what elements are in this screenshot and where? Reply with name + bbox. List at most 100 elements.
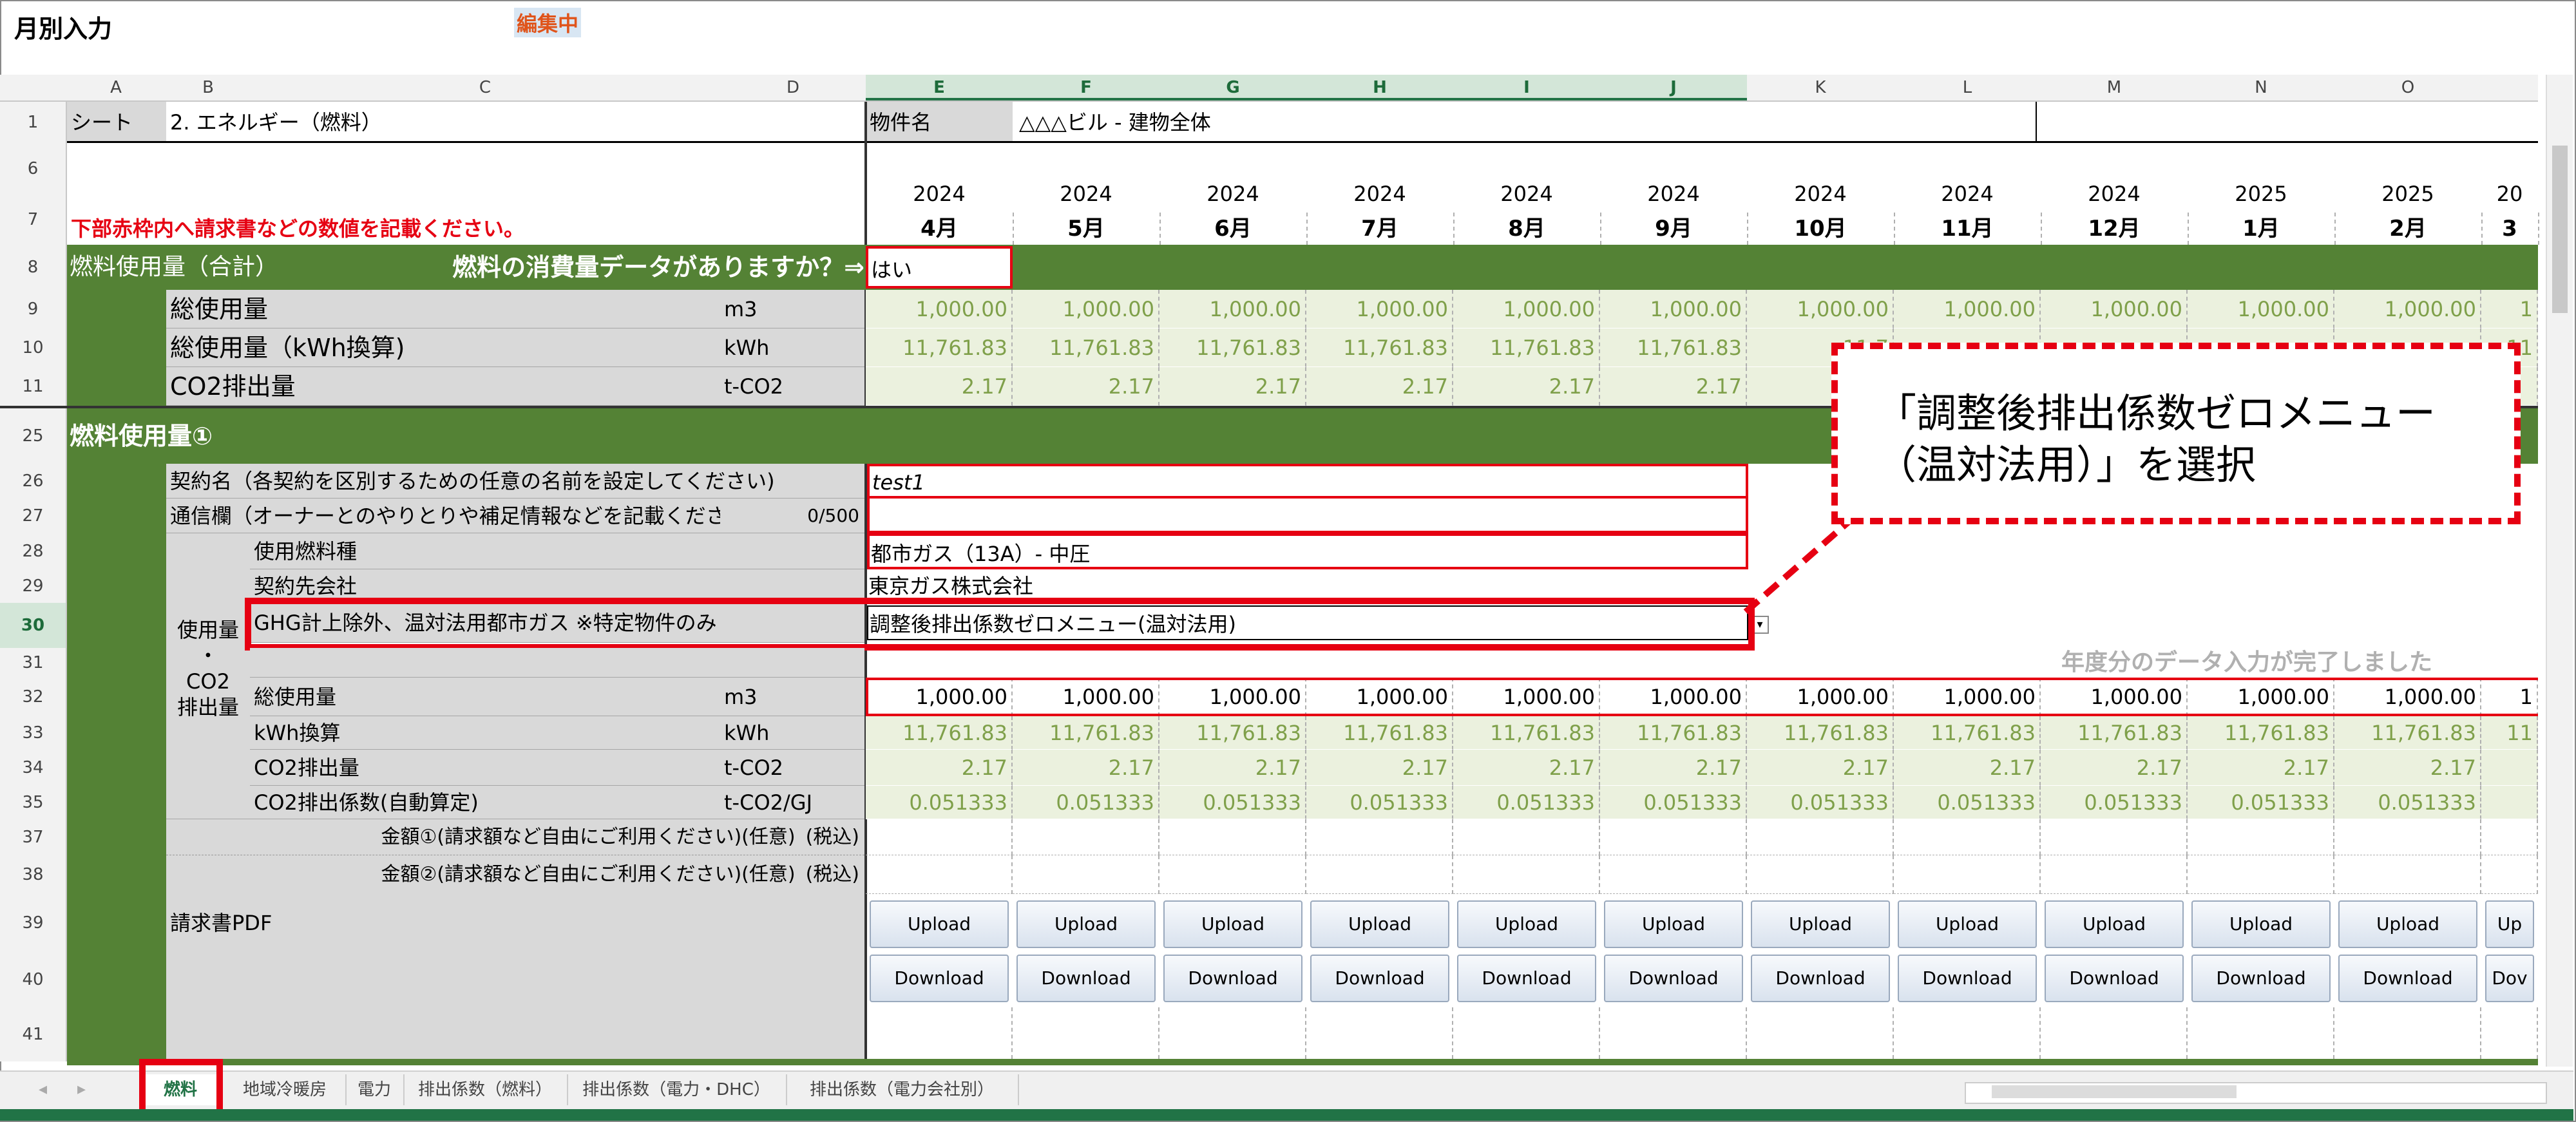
horizontal-scrollbar-thumb[interactable]: [1992, 1085, 2237, 1098]
amount-input-cell[interactable]: [866, 855, 1013, 894]
upload-button[interactable]: Upload: [1457, 900, 1596, 948]
column-header-i[interactable]: I: [1453, 75, 1600, 100]
column-header-e[interactable]: E: [866, 75, 1013, 100]
amount-input-cell[interactable]: [1894, 855, 2041, 894]
row-header[interactable]: 41: [0, 1007, 67, 1061]
tab-scroll-left-icon[interactable]: ◂: [39, 1079, 47, 1099]
amount-input-cell[interactable]: [2481, 819, 2538, 855]
row-header[interactable]: 38: [0, 855, 67, 894]
row-header[interactable]: 35: [0, 786, 67, 819]
amount-input-cell[interactable]: [1600, 819, 1747, 855]
contract-name-input[interactable]: test1: [867, 464, 1748, 499]
upload-button[interactable]: Upload: [1604, 900, 1743, 948]
consumption-answer-field[interactable]: はい: [866, 246, 1013, 289]
amount-input-cell[interactable]: [2334, 819, 2481, 855]
row-header[interactable]: 11: [0, 367, 67, 406]
column-header-k[interactable]: K: [1747, 75, 1894, 100]
row-header[interactable]: 39: [0, 894, 67, 952]
sheet-tab[interactable]: 排出係数（電力会社別）: [786, 1074, 1019, 1105]
download-button[interactable]: Download: [1016, 955, 1156, 1002]
column-header-j[interactable]: J: [1600, 75, 1747, 100]
column-header-m[interactable]: M: [2041, 75, 2188, 100]
amount-input-cell[interactable]: [866, 819, 1013, 855]
upload-button[interactable]: Upload: [1751, 900, 1890, 948]
upload-button[interactable]: Upload: [870, 900, 1009, 948]
row-header[interactable]: 8: [0, 245, 67, 290]
download-button[interactable]: Download: [1163, 955, 1302, 1002]
row-header[interactable]: 10: [0, 328, 67, 367]
amount-input-cell[interactable]: [1453, 819, 1600, 855]
scrollbar-thumb[interactable]: [2552, 146, 2568, 313]
column-header-n[interactable]: N: [2188, 75, 2334, 100]
sheet-tab[interactable]: 排出係数（燃料）: [403, 1074, 568, 1105]
amount-input-cell[interactable]: [1159, 855, 1306, 894]
column-header-b[interactable]: B: [166, 75, 250, 100]
download-button[interactable]: Download: [1457, 955, 1596, 1002]
vertical-scrollbar[interactable]: [2546, 75, 2573, 1067]
column-header-l[interactable]: L: [1894, 75, 2041, 100]
row-header[interactable]: 6: [0, 143, 67, 195]
tab-scroll-right-icon[interactable]: ▸: [77, 1079, 86, 1099]
column-header-o[interactable]: O: [2334, 75, 2481, 100]
column-header-g[interactable]: G: [1159, 75, 1306, 100]
download-button[interactable]: Dov: [2485, 955, 2534, 1002]
column-header-d[interactable]: D: [720, 75, 866, 100]
sheet-tab[interactable]: 電力: [345, 1074, 405, 1105]
upload-button[interactable]: Upload: [2191, 900, 2331, 948]
amount-input-cell[interactable]: [2041, 855, 2188, 894]
upload-button[interactable]: Upload: [2045, 900, 2184, 948]
row-header[interactable]: 7: [0, 195, 67, 245]
fuel-type-select[interactable]: 都市ガス（13A）- 中圧: [867, 533, 1748, 569]
row-header[interactable]: 27: [0, 499, 67, 533]
amount-input-cell[interactable]: [1306, 819, 1453, 855]
comm-input[interactable]: [867, 499, 1748, 533]
sheet-tab[interactable]: 排出係数（電力・DHC）: [567, 1074, 787, 1105]
row-header[interactable]: 25: [0, 408, 67, 464]
column-header-c[interactable]: C: [250, 75, 720, 100]
upload-button[interactable]: Upload: [1310, 900, 1449, 948]
row-header[interactable]: 28: [0, 533, 67, 569]
row-header[interactable]: 30: [0, 603, 67, 648]
amount-input-cell[interactable]: [1013, 819, 1159, 855]
sheet-tab[interactable]: 地域冷暖房: [224, 1074, 347, 1105]
amount-input-cell[interactable]: [1747, 819, 1894, 855]
download-button[interactable]: Download: [2191, 955, 2331, 1002]
amount-input-cell[interactable]: [1306, 855, 1453, 894]
row-header[interactable]: 9: [0, 290, 67, 328]
row-header[interactable]: 40: [0, 952, 67, 1007]
row-header[interactable]: 37: [0, 819, 67, 855]
upload-button[interactable]: Upload: [2338, 900, 2477, 948]
upload-button[interactable]: Upload: [1898, 900, 2037, 948]
column-header-a[interactable]: A: [66, 75, 166, 100]
amount-input-cell[interactable]: [2481, 855, 2538, 894]
row-header[interactable]: 26: [0, 464, 67, 499]
row-header[interactable]: 1: [0, 102, 67, 143]
row-header[interactable]: 31: [0, 648, 67, 678]
column-header-f[interactable]: F: [1013, 75, 1159, 100]
amount-input-cell[interactable]: [1894, 819, 2041, 855]
row-header[interactable]: 32: [0, 678, 67, 716]
download-button[interactable]: Download: [2338, 955, 2477, 1002]
amount-input-cell[interactable]: [1453, 855, 1600, 894]
amount-input-cell[interactable]: [2188, 819, 2334, 855]
column-header-h[interactable]: H: [1306, 75, 1453, 100]
download-button[interactable]: Download: [1310, 955, 1449, 1002]
amount-input-cell[interactable]: [1013, 855, 1159, 894]
upload-button[interactable]: Upload: [1163, 900, 1302, 948]
horizontal-scrollbar[interactable]: [1965, 1082, 2547, 1104]
download-button[interactable]: Download: [870, 955, 1009, 1002]
row-header[interactable]: 29: [0, 569, 67, 603]
upload-button[interactable]: Upload: [1016, 900, 1156, 948]
upload-button[interactable]: Up: [2485, 900, 2534, 948]
amount-input-cell[interactable]: [2334, 855, 2481, 894]
amount-input-cell[interactable]: [1747, 855, 1894, 894]
row-header[interactable]: 34: [0, 750, 67, 786]
amount-input-cell[interactable]: [1159, 819, 1306, 855]
download-button[interactable]: Download: [1604, 955, 1743, 1002]
download-button[interactable]: Download: [1751, 955, 1890, 1002]
amount-input-cell[interactable]: [1600, 855, 1747, 894]
amount-input-cell[interactable]: [2041, 819, 2188, 855]
row-header[interactable]: 33: [0, 716, 67, 750]
download-button[interactable]: Download: [1898, 955, 2037, 1002]
amount-input-cell[interactable]: [2188, 855, 2334, 894]
